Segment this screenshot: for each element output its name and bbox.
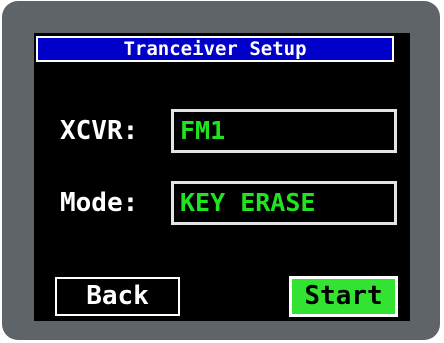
xcvr-field[interactable]: FM1	[171, 109, 397, 153]
mode-field[interactable]: KEY ERASE	[171, 181, 397, 225]
back-button[interactable]: Back	[55, 277, 180, 316]
display-screen: Tranceiver Setup XCVR: FM1 Mode: KEY ERA…	[34, 33, 410, 321]
start-button[interactable]: Start	[289, 276, 398, 317]
xcvr-label: XCVR:	[60, 116, 139, 146]
page-title: Tranceiver Setup	[36, 36, 394, 62]
device-bezel: Tranceiver Setup XCVR: FM1 Mode: KEY ERA…	[2, 1, 440, 340]
mode-label: Mode:	[60, 188, 139, 218]
